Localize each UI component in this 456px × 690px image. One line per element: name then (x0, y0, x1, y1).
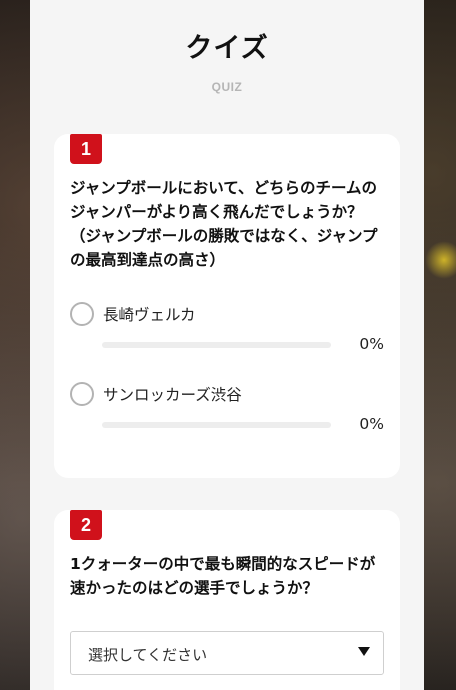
vote-progress-bar (102, 422, 331, 428)
radio-unchecked-icon[interactable] (70, 382, 94, 406)
answer-option-nagasaki[interactable]: 長崎ヴェルカ 0% (70, 302, 384, 372)
question-text: 1クォーターの中で最も瞬間的なスピードが速かったのはどの選手でしょうか？ (70, 555, 376, 597)
answer-option-sunrockers[interactable]: サンロッカーズ渋谷 0% (70, 382, 384, 452)
question-text: ジャンプボールにおいて、どちらのチームのジャンパーがより高く飛んだでしょうか？（… (70, 179, 378, 269)
vote-progress-bar (102, 342, 331, 348)
question-card-2: 2 1クォーターの中で最も瞬間的なスピードが速かったのはどの選手でしょうか？ 選… (54, 510, 400, 690)
question-number-badge: 2 (70, 510, 102, 540)
player-select-dropdown[interactable]: 選択してください (70, 631, 384, 675)
caret-down-icon (358, 647, 370, 656)
question-card-1: 1 ジャンプボールにおいて、どちらのチームのジャンパーがより高く飛んだでしょうか… (54, 134, 400, 478)
page-title: クイズ (185, 33, 269, 64)
select-value: 選択してください (88, 646, 208, 664)
quiz-panel: クイズ QUIZ 1 ジャンプボールにおいて、どちらのチームのジャンパーがより高… (30, 0, 424, 690)
option-label: サンロッカーズ渋谷 (103, 386, 242, 404)
option-label: 長崎ヴェルカ (103, 306, 196, 324)
background-light (426, 240, 456, 280)
question-number-badge: 1 (70, 134, 102, 164)
vote-percentage: 0% (359, 415, 384, 433)
radio-unchecked-icon[interactable] (70, 302, 94, 326)
vote-percentage: 0% (359, 335, 384, 353)
page-subtitle: QUIZ (211, 80, 243, 94)
